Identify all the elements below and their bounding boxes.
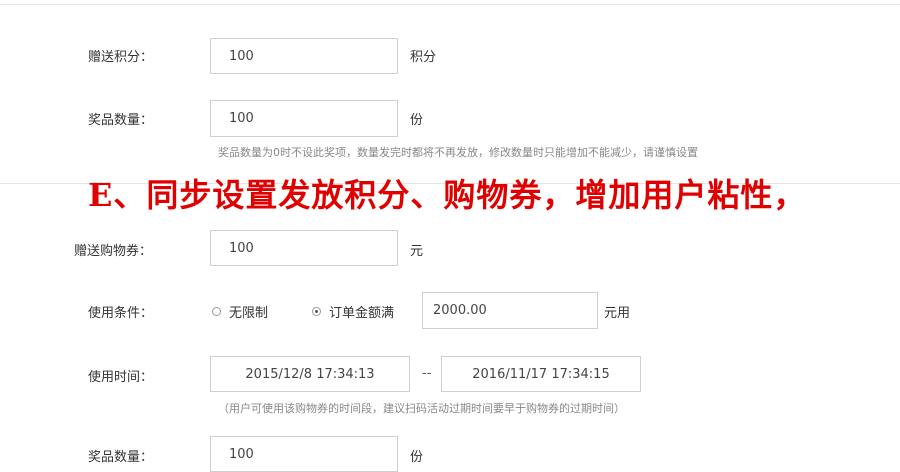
time-hint: （用户可使用该购物券的时间段，建议扫码活动过期时间要早于购物券的过期时间） [218,402,625,415]
coupon-value: 100 [229,240,254,256]
points-label: 赠送积分： [88,50,154,65]
start-time-input[interactable]: 2015/12/8 17:34:13 [210,356,410,392]
prize-qty-label-2: 奖品数量： [88,450,154,465]
time-label: 使用时间： [88,370,154,385]
annotation-text: E、同步设置发放积分、购物券，增加用户粘性， [88,176,807,214]
prize-qty-value-1: 100 [229,111,254,126]
prize-qty-unit-1: 份 [410,113,424,128]
prize-qty-input-1[interactable]: 100 [210,100,398,137]
min-order-amount-value: 2000.00 [433,303,487,318]
time-separator: -- [422,366,432,381]
condition-label: 使用条件： [88,306,154,321]
radio-min-order-label: 订单金额满 [329,306,395,321]
points-input[interactable]: 100 [210,38,398,74]
end-time-value: 2016/11/17 17:34:15 [472,366,610,382]
radio-unlimited-label: 无限制 [229,306,269,321]
coupon-unit: 元 [410,244,424,259]
radio-unlimited[interactable]: 无限制 [212,302,268,321]
points-unit: 积分 [410,50,437,65]
radio-min-order-circle [312,307,321,316]
end-time-input[interactable]: 2016/11/17 17:34:15 [441,356,641,392]
radio-unlimited-circle [212,307,221,316]
radio-min-order[interactable]: 订单金额满 [312,302,394,321]
points-value: 100 [229,48,254,64]
prize-qty-unit-2: 份 [410,450,424,465]
prize-qty-label-1: 奖品数量： [88,113,154,128]
coupon-label: 赠送购物券： [74,244,153,259]
start-time-value: 2015/12/8 17:34:13 [245,366,375,382]
prize-qty-input-2[interactable]: 100 [210,436,398,472]
min-order-unit: 元用 [604,306,631,321]
prize-qty-hint: 奖品数量为0时不设此奖项，数量发完时都将不再发放，修改数量时只能增加不能减少，请… [218,146,698,159]
coupon-input[interactable]: 100 [210,230,398,266]
top-divider [0,4,900,5]
prize-qty-value-2: 100 [229,446,254,462]
min-order-amount-input[interactable]: 2000.00 [422,292,598,329]
